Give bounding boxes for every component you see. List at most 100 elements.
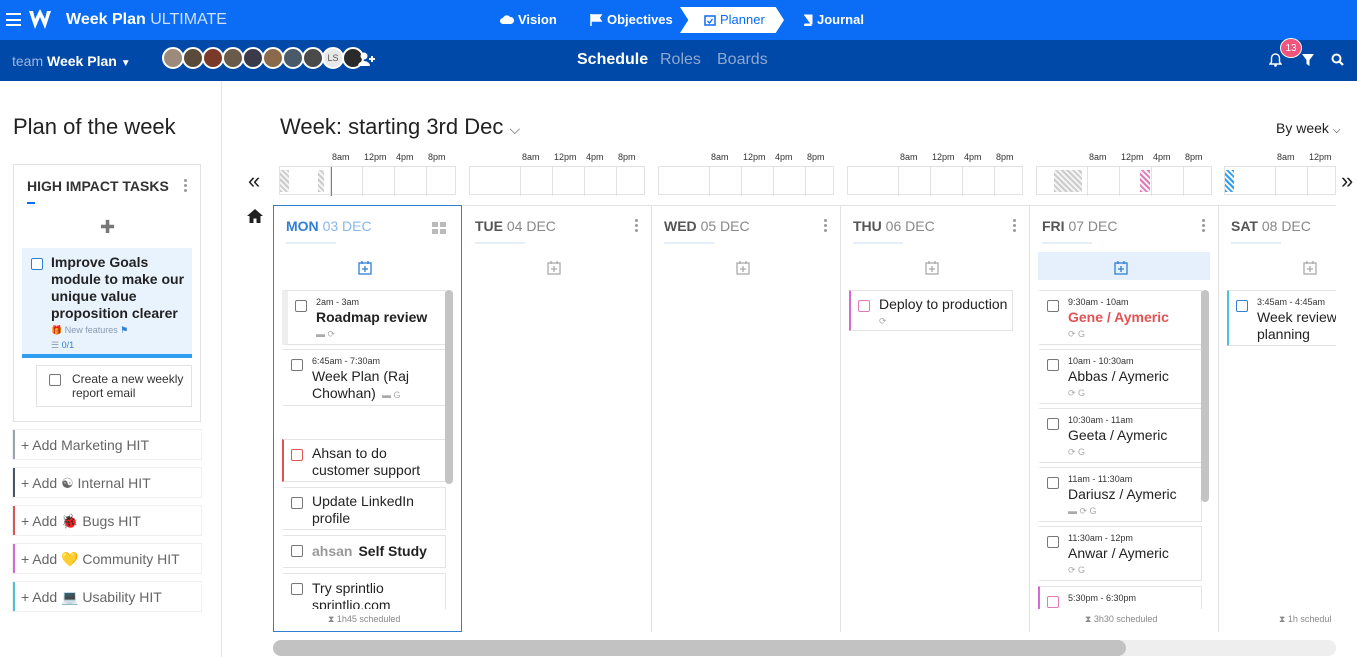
task-card[interactable]: 2am - 3am Roadmap review ▬ ⟳ — [282, 290, 446, 345]
goal-card[interactable]: Improve Goals module to make our unique … — [22, 248, 192, 358]
grid-view-icon[interactable] — [432, 222, 446, 234]
next-week-icon[interactable]: » — [1341, 168, 1353, 194]
task-card[interactable]: 11:30am - 12pm Anwar / Aymeric ⟳ G — [1038, 526, 1202, 581]
menu-icon[interactable] — [6, 13, 21, 26]
day-header[interactable]: MON 03 DEC — [286, 218, 372, 234]
avatar[interactable] — [182, 47, 204, 69]
task-checkbox[interactable] — [291, 359, 303, 371]
add-hit-button[interactable]: + Add 💻 Usability HIT — [13, 582, 201, 611]
day-scrollbar[interactable] — [1201, 290, 1209, 502]
task-checkbox[interactable] — [1047, 418, 1059, 430]
week-title[interactable]: Week: starting 3rd Dec ⌵ — [280, 114, 520, 140]
day-timeline[interactable] — [469, 166, 645, 196]
avatar[interactable] — [162, 47, 184, 69]
task-card[interactable]: Update LinkedIn profile — [282, 487, 446, 530]
task-card[interactable]: 10am - 10:30am Abbas / Aymeric ⟳ G — [1038, 349, 1202, 404]
day-timeline[interactable] — [658, 166, 834, 196]
nav-planner[interactable]: Planner — [704, 12, 765, 27]
avatar[interactable] — [262, 47, 284, 69]
nav-objectives[interactable]: Objectives — [590, 12, 673, 27]
task-card[interactable]: Deploy to production ⟳ — [849, 290, 1013, 331]
nav-vision[interactable]: Vision — [500, 12, 557, 27]
search-icon[interactable] — [1331, 53, 1344, 66]
more-icon[interactable] — [1202, 219, 1206, 233]
avatar[interactable] — [242, 47, 264, 69]
task-checkbox[interactable] — [291, 583, 303, 595]
day-header[interactable]: TUE 04 DEC — [475, 218, 556, 234]
notification-badge[interactable]: 13 — [1280, 38, 1302, 58]
task-checkbox[interactable] — [291, 545, 303, 557]
add-hit-button[interactable]: + Add Marketing HIT — [13, 430, 201, 459]
add-event-icon[interactable] — [1114, 261, 1128, 275]
task-card[interactable]: Ahsan to do customer support — [282, 439, 446, 482]
add-hit-button[interactable]: + Add ☯ Internal HIT — [13, 468, 201, 497]
nav-journal[interactable]: Journal — [802, 12, 864, 27]
task-checkbox[interactable] — [1047, 536, 1059, 548]
timeline-hour-label: 12pm — [364, 152, 387, 162]
task-checkbox[interactable] — [291, 497, 303, 509]
team-selector[interactable]: team Week Plan ▼ — [12, 53, 131, 69]
day-header[interactable]: THU 06 DEC — [853, 218, 935, 234]
task-checkbox[interactable] — [1236, 300, 1248, 312]
avatar-initials[interactable]: LS — [322, 47, 344, 69]
filter-icon[interactable] — [1302, 54, 1314, 66]
add-event-icon[interactable] — [358, 261, 372, 275]
tab-schedule[interactable]: Schedule — [577, 51, 648, 69]
task-checkbox[interactable] — [1047, 359, 1059, 371]
more-icon[interactable] — [635, 219, 639, 233]
day-column-sat: SAT 08 DEC 3:45am - 4:45am Week review p… — [1219, 205, 1336, 632]
tab-roles[interactable]: Roles — [660, 51, 701, 69]
add-event-icon[interactable] — [736, 261, 750, 275]
day-underline — [286, 242, 336, 244]
task-card[interactable]: 3:45am - 4:45am Week review planning — [1227, 290, 1336, 346]
home-icon[interactable] — [246, 208, 264, 224]
bell-icon[interactable] — [1269, 53, 1282, 67]
timeline-tick — [741, 167, 742, 196]
timeline-tick — [930, 167, 931, 196]
weekplan-logo[interactable] — [28, 9, 58, 31]
day-header[interactable]: SAT 08 DEC — [1231, 218, 1311, 234]
goal-checkbox[interactable] — [31, 258, 43, 270]
task-checkbox[interactable] — [858, 300, 870, 312]
tab-boards[interactable]: Boards — [717, 51, 768, 69]
task-checkbox[interactable] — [291, 449, 303, 461]
day-header[interactable]: WED 05 DEC — [664, 218, 750, 234]
add-event-icon[interactable] — [547, 261, 561, 275]
task-card[interactable]: 9:30am - 10am Gene / Aymeric ⟳ G — [1038, 290, 1202, 345]
day-timeline[interactable] — [1036, 166, 1212, 196]
task-card[interactable]: ahsan Self Study — [282, 535, 446, 568]
more-icon[interactable] — [1013, 219, 1017, 233]
add-event-icon[interactable] — [925, 261, 939, 275]
add-hit-plus-icon[interactable]: ✚ — [100, 217, 115, 238]
task-checkbox[interactable] — [1047, 300, 1059, 312]
day-header[interactable]: FRI 07 DEC — [1042, 218, 1117, 234]
add-event-icon[interactable] — [1303, 261, 1317, 275]
avatar[interactable] — [282, 47, 304, 69]
horizontal-scrollbar[interactable] — [273, 640, 1336, 656]
task-card[interactable]: 5:30pm - 6:30pm — [1038, 586, 1202, 609]
prev-week-icon[interactable]: « — [248, 168, 260, 194]
more-icon[interactable] — [184, 179, 188, 193]
scrollbar-thumb[interactable] — [273, 640, 1126, 656]
add-user-icon[interactable] — [358, 52, 376, 66]
task-card[interactable]: 6:45am - 7:30am Week Plan (Raj Chowhan) … — [282, 349, 446, 406]
task-checkbox[interactable] — [295, 300, 307, 312]
task-checkbox[interactable] — [1047, 477, 1059, 489]
avatar[interactable] — [202, 47, 224, 69]
day-timeline[interactable] — [1224, 166, 1336, 196]
task-card[interactable]: 10:30am - 11am Geeta / Aymeric ⟳ G — [1038, 408, 1202, 463]
subtask-item[interactable]: Create a new weekly report email — [36, 365, 192, 407]
subtask-checkbox[interactable] — [49, 374, 61, 386]
task-checkbox[interactable] — [1047, 596, 1059, 608]
view-selector[interactable]: By week ⌵ — [1276, 120, 1340, 136]
day-scrollbar[interactable] — [445, 290, 453, 484]
avatar[interactable] — [302, 47, 324, 69]
task-card[interactable]: Try sprintlio sprintlio.com — [282, 573, 446, 609]
add-hit-button[interactable]: + Add 🐞 Bugs HIT — [13, 506, 201, 535]
day-timeline[interactable] — [847, 166, 1023, 196]
avatar[interactable] — [222, 47, 244, 69]
day-timeline[interactable] — [279, 166, 456, 196]
task-card[interactable]: 11am - 11:30am Dariusz / Aymeric ▬ ⟳ G — [1038, 467, 1202, 522]
more-icon[interactable] — [824, 219, 828, 233]
add-hit-button[interactable]: + Add 💛 Community HIT — [13, 544, 201, 573]
